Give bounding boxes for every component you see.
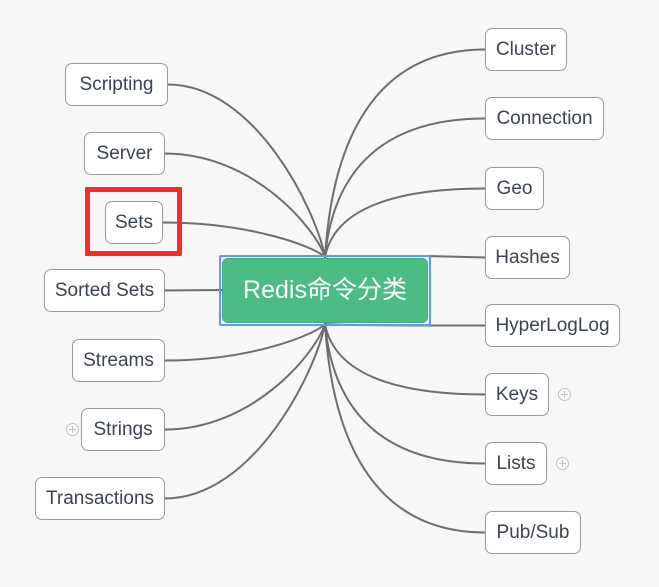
mindmap-node[interactable]: Sets	[105, 201, 163, 244]
mindmap-node-label: Hashes	[495, 247, 560, 268]
mindmap-edge	[167, 83, 326, 258]
mindmap-edge	[164, 323, 326, 500]
mindmap-node-label: Server	[96, 143, 153, 164]
mindmap-edge	[324, 323, 486, 534]
mindmap-node[interactable]: Keys	[485, 373, 549, 416]
mindmap-node-label: Strings	[93, 419, 153, 440]
mindmap-node[interactable]: Cluster	[485, 28, 567, 71]
mindmap-node[interactable]: Scripting	[65, 63, 168, 106]
mindmap-node-label: Streams	[83, 350, 154, 371]
root-node[interactable]: Redis命令分类	[222, 258, 428, 323]
mindmap-node[interactable]: Lists	[485, 442, 547, 485]
mindmap-node[interactable]: Server	[84, 132, 165, 175]
mindmap-node-label: Sorted Sets	[54, 280, 155, 301]
mindmap-edge	[427, 255, 486, 259]
mindmap-node-label: Keys	[495, 384, 539, 405]
mindmap-node-label: Lists	[496, 453, 536, 474]
mindmap-edge	[324, 48, 486, 258]
mindmap-edge	[324, 187, 486, 258]
root-node-label: Redis命令分类	[243, 276, 407, 304]
mindmap-edge	[324, 323, 486, 465]
mindmap-node[interactable]: Strings	[81, 408, 165, 451]
expand-plus-icon[interactable]	[556, 457, 569, 470]
mindmap-node-label: Transactions	[45, 488, 155, 509]
mindmap-edge	[324, 323, 486, 327]
mindmap-edge	[162, 221, 326, 258]
mindmap-edge	[164, 323, 326, 362]
mindmap-edge	[164, 152, 326, 258]
mindmap-edge	[324, 323, 486, 396]
mindmap-edge	[164, 323, 326, 431]
mindmap-node-label: Connection	[496, 108, 593, 129]
mindmap-edge	[324, 117, 486, 258]
mindmap-node-label: Scripting	[79, 74, 154, 95]
mindmap-node-label: Sets	[114, 212, 154, 233]
mindmap-node[interactable]: Connection	[485, 97, 604, 140]
mindmap-node[interactable]: Streams	[72, 339, 165, 382]
mindmap-node[interactable]: Pub/Sub	[485, 511, 581, 554]
mindmap-node[interactable]: Transactions	[35, 477, 165, 520]
mindmap-node-label: HyperLogLog	[495, 315, 610, 336]
expand-plus-icon[interactable]	[66, 423, 79, 436]
mindmap-edge	[164, 289, 223, 292]
mindmap-node[interactable]: Sorted Sets	[44, 269, 165, 312]
mindmap-node[interactable]: HyperLogLog	[485, 304, 620, 347]
mindmap-node[interactable]: Hashes	[485, 236, 570, 279]
mindmap-node-label: Cluster	[495, 39, 557, 60]
mindmap-node-label: Geo	[496, 178, 533, 199]
mindmap-canvas[interactable]: Redis命令分类 Scripting Server Sets Sorted Sets…	[0, 0, 659, 587]
expand-plus-icon[interactable]	[558, 388, 571, 401]
mindmap-node-label: Pub/Sub	[496, 522, 570, 543]
mindmap-node[interactable]: Geo	[485, 167, 544, 210]
